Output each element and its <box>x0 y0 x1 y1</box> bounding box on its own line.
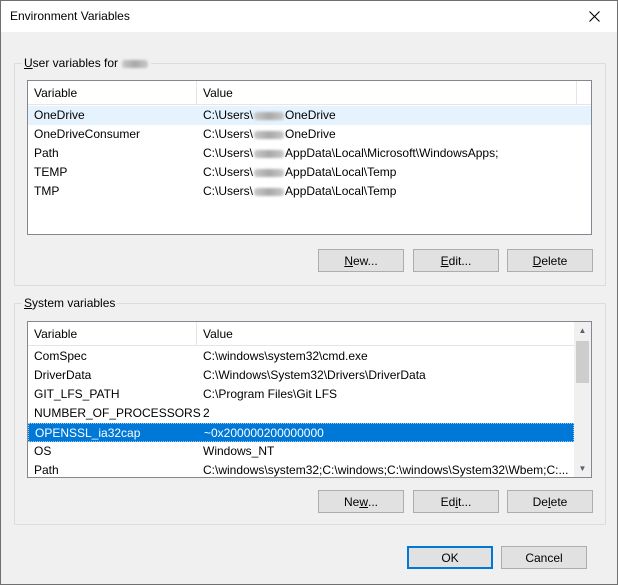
variable-name: TEMP <box>34 165 68 179</box>
variable-name: ComSpec <box>34 349 87 363</box>
variable-value: C:\Program Files\Git LFS <box>203 387 338 401</box>
variable-name: OS <box>34 444 52 458</box>
list-item[interactable]: GIT_LFS_PATH C:\Program Files\Git LFS <box>28 385 574 404</box>
variable-value: Windows_NT <box>203 444 275 458</box>
user-variables-label-text: ser variables for <box>32 56 122 70</box>
system-new-button[interactable]: Ne w... <box>318 490 404 513</box>
variable-value: C:\windows\system32\cmd.exe <box>203 349 368 363</box>
list-item-selected[interactable]: OPENSSL_ia32cap ~0x200000200000000 <box>28 423 574 442</box>
list-item[interactable]: NUMBER_OF_PROCESSORS 2 <box>28 404 574 423</box>
close-button[interactable] <box>571 1 617 32</box>
variable-name: Path <box>34 463 59 477</box>
variable-name: Path <box>34 146 59 160</box>
ok-button[interactable]: OK <box>407 546 493 569</box>
user-edit-button[interactable]: Edit... <box>413 249 499 272</box>
list-item[interactable]: TEMP C:\Users\ AppData\Local\Temp <box>28 163 591 182</box>
list-item[interactable]: OneDriveConsumer C:\Users\ OneDrive <box>28 125 591 144</box>
cancel-button[interactable]: Cancel <box>501 546 587 569</box>
column-header-variable[interactable]: Variable <box>28 81 197 105</box>
variable-name: TMP <box>34 184 60 198</box>
user-variables-group: User variables for Variable Value OneDri… <box>14 56 606 286</box>
user-new-button[interactable]: New... <box>318 249 404 272</box>
vertical-scrollbar[interactable]: ▲ ▼ <box>574 322 591 477</box>
column-header-value[interactable]: Value <box>197 81 577 105</box>
variable-value: 2 <box>203 406 210 420</box>
list-header: Variable Value <box>28 322 577 346</box>
variable-name: OneDriveConsumer <box>34 127 141 141</box>
list-header: Variable Value <box>28 81 591 105</box>
variable-value: C:\Users\ OneDrive <box>203 127 336 141</box>
variable-value: C:\Users\ AppData\Local\Temp <box>203 165 397 179</box>
scroll-thumb[interactable] <box>576 341 589 383</box>
variable-name: DriverData <box>34 368 92 382</box>
user-delete-button[interactable]: Delete <box>507 249 593 272</box>
scroll-up-arrow-icon[interactable]: ▲ <box>574 322 591 339</box>
list-item[interactable]: Path C:\windows\system32;C:\windows;C:\w… <box>28 461 574 477</box>
column-header-value[interactable]: Value <box>197 322 577 346</box>
system-variables-group: System variables Variable Value ComSpec … <box>14 296 606 525</box>
close-icon <box>588 11 600 22</box>
column-header-variable[interactable]: Variable <box>28 322 197 346</box>
variable-value: C:\Windows\System32\Drivers\DriverData <box>203 368 426 382</box>
environment-variables-dialog: Environment Variables User variables for… <box>0 0 618 585</box>
window-title: Environment Variables <box>10 9 130 23</box>
user-variables-label-mnemonic: U <box>24 56 33 70</box>
user-variables-list[interactable]: Variable Value OneDrive C:\Users\ OneDriv… <box>27 80 592 235</box>
system-variables-label: System variables <box>22 296 118 310</box>
scroll-down-arrow-icon[interactable]: ▼ <box>574 460 591 477</box>
system-edit-button[interactable]: Ed i t... <box>413 490 499 513</box>
list-item[interactable]: OneDrive C:\Users\ OneDrive <box>28 106 591 125</box>
list-item[interactable]: ComSpec C:\windows\system32\cmd.exe <box>28 347 574 366</box>
system-variables-list[interactable]: Variable Value ComSpec C:\windows\system… <box>27 321 592 478</box>
redacted-username <box>122 59 149 68</box>
variable-value: C:\Users\ AppData\Local\Temp <box>203 184 397 198</box>
system-delete-button[interactable]: De l ete <box>507 490 593 513</box>
variable-value: C:\Users\ AppData\Local\Microsoft\Windows… <box>203 146 499 160</box>
list-item[interactable]: Path C:\Users\ AppData\Local\Microsoft\Wi… <box>28 144 591 163</box>
list-item[interactable]: OS Windows_NT <box>28 442 574 461</box>
list-item[interactable]: TMP C:\Users\ AppData\Local\Temp <box>28 182 591 201</box>
user-variables-label: User variables for <box>22 56 152 70</box>
variable-name: OneDrive <box>34 108 85 122</box>
variable-value: C:\Users\ OneDrive <box>203 108 336 122</box>
variable-value: C:\windows\system32;C:\windows;C:\window… <box>203 463 569 477</box>
list-item[interactable]: DriverData C:\Windows\System32\Drivers\D… <box>28 366 574 385</box>
variable-name: GIT_LFS_PATH <box>34 387 120 401</box>
variable-name: OPENSSL_ia32cap <box>35 426 141 440</box>
title-bar: Environment Variables <box>1 1 617 32</box>
variable-value: ~0x200000200000000 <box>204 426 324 440</box>
variable-name: NUMBER_OF_PROCESSORS <box>34 406 201 420</box>
